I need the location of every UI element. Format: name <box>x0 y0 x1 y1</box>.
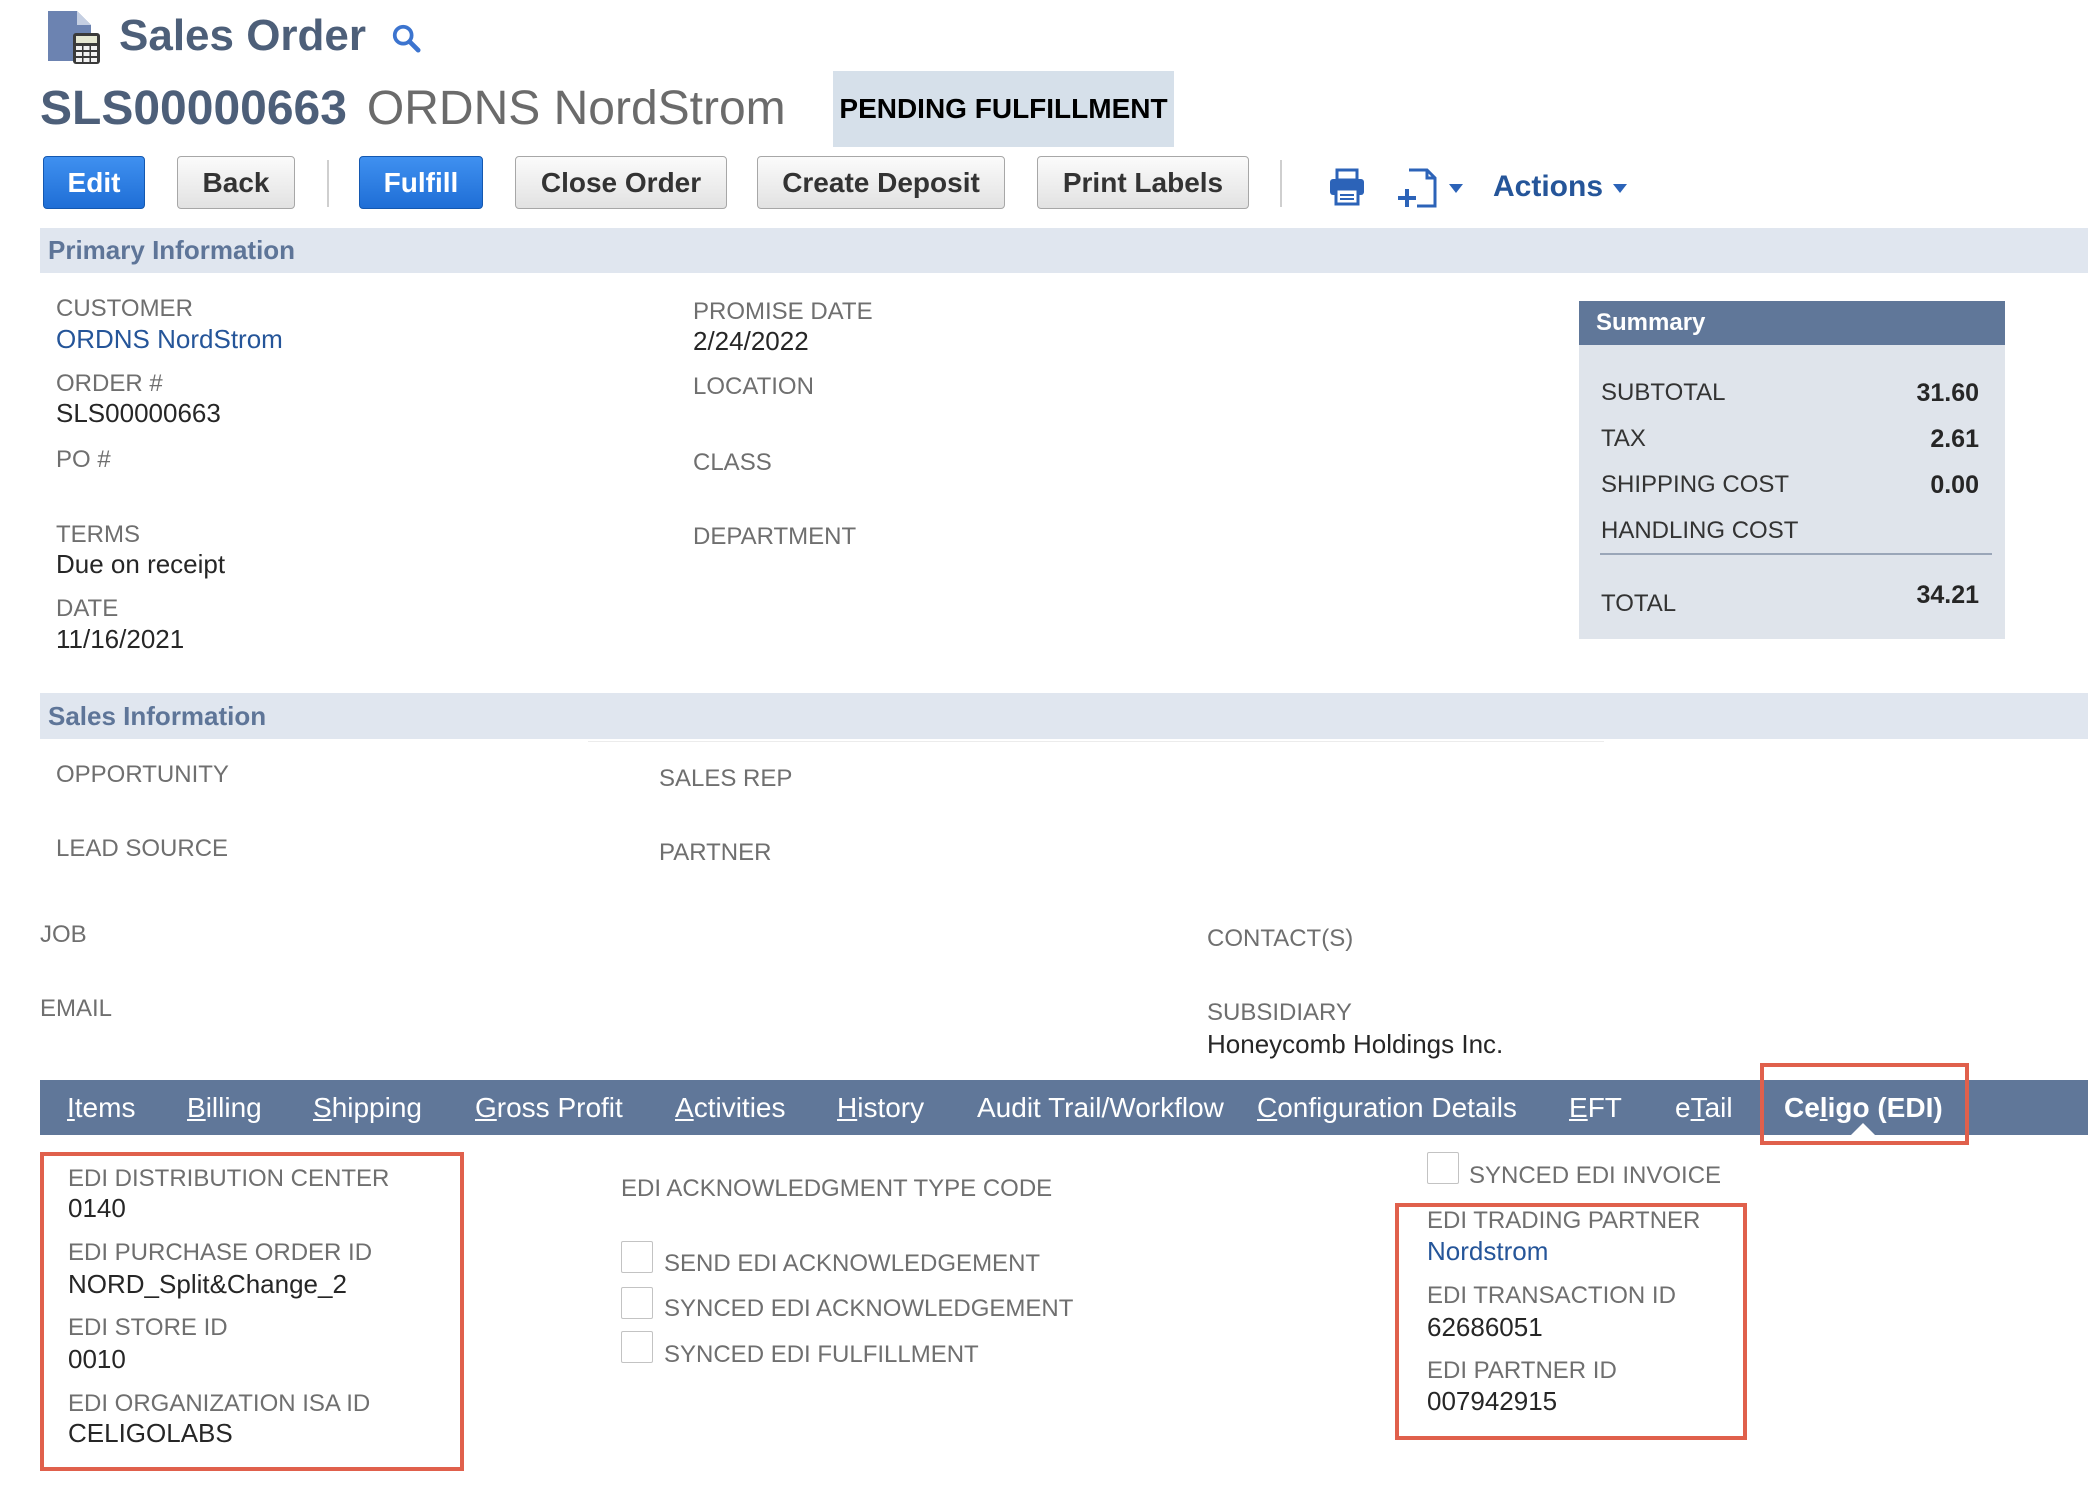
total-value: 34.21 <box>1916 580 1979 610</box>
edi-store-id-value: 0010 <box>68 1344 126 1374</box>
fulfill-button[interactable]: Fulfill <box>359 156 483 209</box>
create-deposit-button[interactable]: Create Deposit <box>757 156 1005 209</box>
edi-trading-partner-label: EDI TRADING PARTNER <box>1427 1207 1700 1235</box>
tab-etail[interactable]: eTail <box>1675 1080 1733 1135</box>
edi-trading-partner-link[interactable]: Nordstrom <box>1427 1236 1548 1266</box>
actions-menu[interactable]: Actions <box>1493 169 1603 205</box>
synced-edi-fulfillment-checkbox[interactable] <box>621 1331 653 1363</box>
edi-partner-id-label: EDI PARTNER ID <box>1427 1357 1617 1385</box>
shipping-cost-label: SHIPPING COST <box>1601 471 1789 499</box>
edi-organization-isa-id-value: CELIGOLABS <box>68 1418 233 1448</box>
print-labels-button[interactable]: Print Labels <box>1037 156 1249 209</box>
edi-store-id-label: EDI STORE ID <box>68 1314 228 1342</box>
page-title: Sales Order <box>119 10 366 62</box>
synced-edi-acknowledgement-checkbox[interactable] <box>621 1287 653 1319</box>
customer-link[interactable]: ORDNS NordStrom <box>56 324 283 354</box>
edi-acknowledgment-type-code-label: EDI ACKNOWLEDGMENT TYPE CODE <box>621 1175 1052 1203</box>
order-number-value: SLS00000663 <box>56 398 221 428</box>
subtotal-value: 31.60 <box>1916 378 1979 408</box>
class-label: CLASS <box>693 449 772 477</box>
edi-transaction-id-value: 62686051 <box>1427 1312 1543 1342</box>
terms-label: TERMS <box>56 521 140 549</box>
date-value: 11/16/2021 <box>56 624 184 654</box>
tab-items[interactable]: Items <box>67 1080 135 1135</box>
promise-date-label: PROMISE DATE <box>693 298 873 326</box>
tax-value: 2.61 <box>1930 424 1979 454</box>
subsidiary-value: Honeycomb Holdings Inc. <box>1207 1029 1503 1059</box>
subsidiary-label: SUBSIDIARY <box>1207 999 1352 1027</box>
synced-edi-invoice-label: SYNCED EDI INVOICE <box>1469 1162 1721 1190</box>
tab-audit-trail-workflow[interactable]: Audit Trail/Workflow <box>977 1080 1224 1135</box>
edi-purchase-order-id-value: NORD_Split&Change_2 <box>68 1269 347 1299</box>
edi-distribution-center-label: EDI DISTRIBUTION CENTER <box>68 1165 389 1193</box>
email-label: EMAIL <box>40 995 112 1023</box>
tab-history[interactable]: History <box>837 1080 924 1135</box>
synced-edi-invoice-checkbox[interactable] <box>1427 1152 1459 1184</box>
tax-label: TAX <box>1601 425 1646 453</box>
synced-edi-fulfillment-label: SYNCED EDI FULFILLMENT <box>664 1341 979 1369</box>
caret-down-icon[interactable] <box>1449 184 1463 193</box>
subtotal-label: SUBTOTAL <box>1601 379 1725 407</box>
section-divider <box>588 741 1604 742</box>
printer-icon[interactable] <box>1327 167 1367 207</box>
customer-label: CUSTOMER <box>56 295 193 323</box>
section-title: Primary Information <box>48 228 295 273</box>
record-heading: SLS00000663 ORDNS NordStrom <box>40 80 786 138</box>
job-label: JOB <box>40 921 87 949</box>
search-icon[interactable] <box>391 23 421 53</box>
caret-down-icon[interactable] <box>1613 184 1627 193</box>
section-title: Sales Information <box>48 693 266 739</box>
summary-box: Summary SUBTOTAL 31.60 TAX 2.61 SHIPPING… <box>1579 301 2005 639</box>
edi-transaction-id-label: EDI TRANSACTION ID <box>1427 1282 1676 1310</box>
sales-information-bar[interactable]: Sales Information <box>40 693 2088 739</box>
sales-order-page: Sales Order SLS00000663 ORDNS NordStrom P… <box>0 0 2088 1492</box>
partner-label: PARTNER <box>659 839 771 867</box>
send-edi-acknowledgement-label: SEND EDI ACKNOWLEDGEMENT <box>664 1250 1040 1278</box>
tab-shipping[interactable]: Shipping <box>313 1080 422 1135</box>
handling-cost-label: HANDLING COST <box>1601 517 1798 545</box>
promise-date-value: 2/24/2022 <box>693 326 809 356</box>
tab-activities[interactable]: Activities <box>675 1080 785 1135</box>
shipping-cost-value: 0.00 <box>1930 470 1979 500</box>
primary-information-bar[interactable]: Primary Information <box>40 228 2088 273</box>
record-name: ORDNS NordStrom <box>367 82 786 135</box>
tab-eft[interactable]: EFT <box>1569 1080 1622 1135</box>
new-document-icon[interactable] <box>1397 168 1441 208</box>
send-edi-acknowledgement-checkbox[interactable] <box>621 1241 653 1273</box>
toolbar-separator <box>327 160 329 207</box>
edi-organization-isa-id-label: EDI ORGANIZATION ISA ID <box>68 1390 370 1418</box>
status-badge: PENDING FULFILLMENT <box>833 71 1174 147</box>
summary-title: Summary <box>1596 301 1705 345</box>
edi-partner-id-value: 007942915 <box>1427 1386 1557 1416</box>
synced-edi-acknowledgement-label: SYNCED EDI ACKNOWLEDGEMENT <box>664 1295 1073 1323</box>
terms-value: Due on receipt <box>56 549 225 579</box>
record-number: SLS00000663 <box>40 82 347 135</box>
summary-header: Summary <box>1579 301 2005 345</box>
edit-button[interactable]: Edit <box>43 156 145 209</box>
edi-purchase-order-id-label: EDI PURCHASE ORDER ID <box>68 1239 372 1267</box>
summary-divider <box>1600 553 1992 555</box>
contacts-label: CONTACT(S) <box>1207 925 1353 953</box>
sales-order-record-icon <box>47 11 100 64</box>
department-label: DEPARTMENT <box>693 523 856 551</box>
toolbar-separator <box>1280 160 1282 207</box>
back-button[interactable]: Back <box>177 156 295 209</box>
location-label: LOCATION <box>693 373 814 401</box>
tab-billing[interactable]: Billing <box>187 1080 262 1135</box>
sales-rep-label: SALES REP <box>659 765 792 793</box>
opportunity-label: OPPORTUNITY <box>56 761 229 789</box>
highlight-box <box>1760 1063 1969 1145</box>
total-label: TOTAL <box>1601 590 1676 618</box>
tab-gross-profit[interactable]: Gross Profit <box>475 1080 623 1135</box>
date-label: DATE <box>56 595 118 623</box>
tab-configuration-details[interactable]: Configuration Details <box>1257 1080 1517 1135</box>
lead-source-label: LEAD SOURCE <box>56 835 228 863</box>
order-number-label: ORDER # <box>56 370 163 398</box>
close-order-button[interactable]: Close Order <box>515 156 727 209</box>
po-number-label: PO # <box>56 446 111 474</box>
edi-distribution-center-value: 0140 <box>68 1193 126 1223</box>
